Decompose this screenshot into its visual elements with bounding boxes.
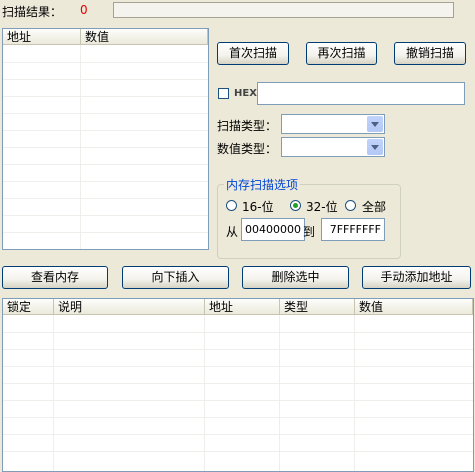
radio-32bit[interactable] <box>290 200 301 211</box>
scan-type-label: 扫描类型： <box>217 119 278 133</box>
radio-16bit[interactable] <box>226 200 237 211</box>
address-col-description[interactable]: 说明 <box>54 299 205 315</box>
first-scan-button[interactable]: 首次扫描 <box>217 42 289 65</box>
scan-results-list[interactable]: 地址 数值 <box>2 28 209 250</box>
hex-checkbox[interactable] <box>218 88 229 99</box>
scan-type-select[interactable] <box>281 114 385 134</box>
start-address-input[interactable]: 00400000 <box>241 218 305 241</box>
radio-all[interactable] <box>345 200 356 211</box>
chevron-down-icon[interactable] <box>367 139 383 155</box>
hex-label: HEX <box>234 88 257 99</box>
end-address-input[interactable]: 7FFFFFFF <box>321 218 385 241</box>
from-label: 从 <box>226 225 239 239</box>
address-list[interactable]: 锁定 说明 地址 类型 数值 <box>2 298 474 472</box>
results-col-value[interactable]: 数值 <box>81 29 208 45</box>
value-type-select[interactable] <box>281 137 385 157</box>
address-col-type[interactable]: 类型 <box>280 299 355 315</box>
to-label: 到 <box>303 225 316 239</box>
delete-selected-button[interactable]: 删除选中 <box>242 266 349 289</box>
next-scan-button[interactable]: 再次扫描 <box>306 42 377 65</box>
scan-result-label: 扫描结果： <box>2 5 63 19</box>
address-col-lock[interactable]: 锁定 <box>3 299 54 315</box>
radio-16bit-label[interactable]: 16-位 <box>242 198 274 215</box>
radio-32bit-label[interactable]: 32-位 <box>306 198 338 215</box>
undo-scan-button[interactable]: 撤销扫描 <box>394 42 466 65</box>
view-memory-button[interactable]: 查看内存 <box>2 266 108 289</box>
chevron-down-icon[interactable] <box>367 116 383 132</box>
radio-all-label[interactable]: 全部 <box>362 198 386 215</box>
memory-scan-options-title: 内存扫描选项 <box>224 176 301 193</box>
insert-down-button[interactable]: 向下插入 <box>122 266 229 289</box>
value-type-label: 数值类型： <box>217 142 278 156</box>
add-address-manually-button[interactable]: 手动添加地址 <box>362 266 471 289</box>
scan-result-count: 0 <box>80 3 88 17</box>
scan-progress-bar <box>113 2 454 18</box>
address-col-address[interactable]: 地址 <box>205 299 280 315</box>
scan-value-input[interactable] <box>257 82 465 105</box>
results-col-address[interactable]: 地址 <box>3 29 81 45</box>
address-col-value[interactable]: 数值 <box>355 299 473 315</box>
